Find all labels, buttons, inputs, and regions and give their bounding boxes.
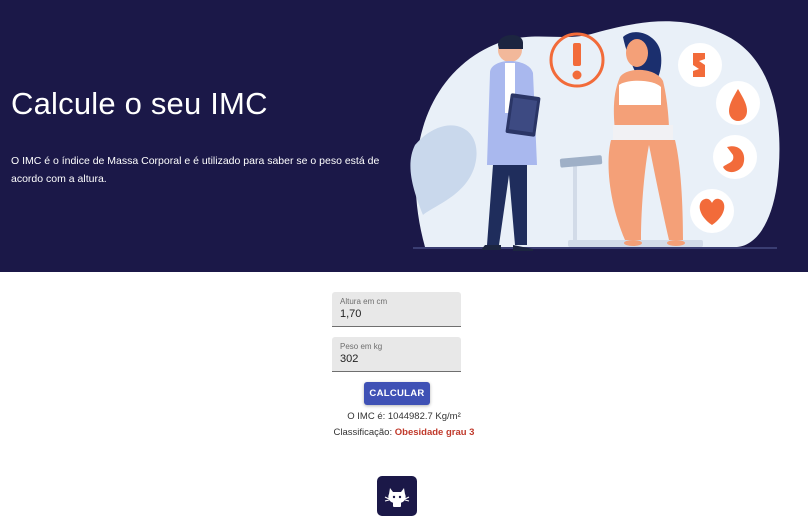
imc-result: O IMC é: 1044982.7 Kg/m² — [347, 411, 461, 422]
height-label: Altura em cm — [340, 297, 388, 306]
height-input[interactable] — [340, 308, 452, 320]
weight-field[interactable]: Peso em kg — [332, 337, 461, 372]
github-link[interactable] — [377, 476, 417, 516]
weight-input[interactable] — [340, 353, 452, 365]
page-description: O IMC é o índice de Massa Corporal e é u… — [11, 155, 380, 185]
page-title: Calcule o seu IMC — [11, 86, 268, 121]
classification-value: Obesidade grau 3 — [394, 427, 475, 438]
calculate-button[interactable]: CALCULAR — [364, 382, 430, 405]
height-field[interactable]: Altura em cm — [332, 292, 461, 327]
classification: Classificação: Obesidade grau 3 — [0, 427, 808, 438]
classification-label: Classificação: — [333, 427, 393, 438]
weight-label: Peso em kg — [340, 342, 383, 351]
github-octocat-icon — [384, 488, 410, 507]
doctor-weighing-patient-illustration — [410, 21, 780, 251]
hero-banner: Calcule o seu IMC O IMC é o índice de Ma… — [0, 0, 808, 272]
